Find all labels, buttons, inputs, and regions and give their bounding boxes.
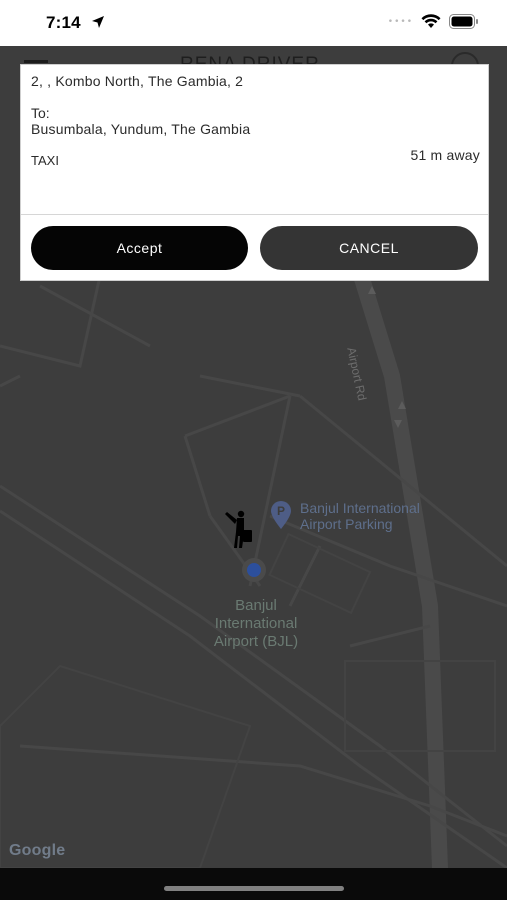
destination-address: Busumbala, Yundum, The Gambia [31, 121, 251, 137]
to-label: To: [31, 105, 50, 121]
home-indicator[interactable] [164, 886, 344, 891]
cancel-button[interactable]: CANCEL [260, 226, 478, 270]
passenger-icon[interactable] [222, 508, 256, 550]
parking-pin-icon: P [271, 501, 291, 529]
battery-icon [449, 14, 478, 29]
ride-type: TAXI [31, 153, 59, 168]
wifi-icon [421, 14, 441, 28]
airport-label: Banjul International Airport (BJL) [213, 597, 299, 650]
current-location-dot [242, 558, 266, 582]
status-bar: 7:14 •••• [0, 0, 507, 46]
card-divider [21, 214, 488, 215]
pickup-address: 2, , Kombo North, The Gambia, 2 [31, 73, 244, 89]
bottom-bar [0, 868, 507, 900]
distance-away: 51 m away [410, 147, 480, 163]
ride-request-card: 2, , Kombo North, The Gambia, 2 To: Busu… [20, 64, 489, 281]
accept-button[interactable]: Accept [31, 226, 248, 270]
status-icons: •••• [388, 14, 479, 29]
status-time: 7:14 [46, 13, 81, 32]
location-arrow-icon [92, 16, 104, 28]
menu-icon[interactable] [24, 60, 48, 63]
svg-text:P: P [277, 504, 285, 518]
google-logo: Google [9, 842, 66, 859]
signal-icon: •••• [387, 16, 413, 27]
poi-label: Banjul International Airport Parking [300, 500, 420, 532]
